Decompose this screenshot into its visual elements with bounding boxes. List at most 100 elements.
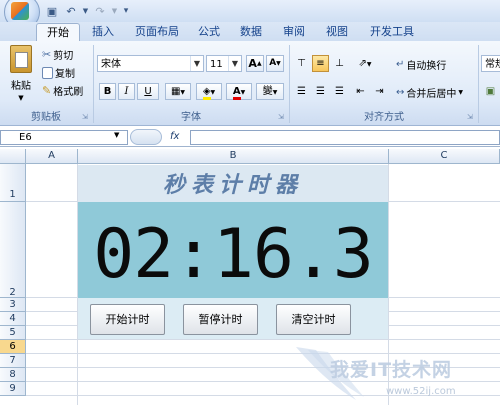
wrap-text-button[interactable]: ↵ 自动换行 — [396, 57, 446, 72]
merge-center-icon: ↔ — [396, 87, 405, 98]
align-top-button[interactable]: ⊤ — [293, 55, 310, 72]
font-name-value: 宋体 — [101, 59, 121, 70]
increase-indent-icon: ⇥ — [375, 86, 384, 97]
align-middle-button[interactable]: ≡ — [312, 55, 329, 72]
group-separator — [478, 45, 479, 123]
number-format-combo[interactable]: 常规 — [481, 55, 500, 72]
accounting-format-button[interactable]: ▣ — [482, 83, 499, 100]
save-icon[interactable]: ▣ — [44, 4, 60, 19]
font-color-dropdown-icon: ▼ — [240, 89, 246, 96]
redo-dropdown-icon[interactable]: ▼ — [111, 4, 118, 19]
font-color-button[interactable]: A▼ — [226, 83, 252, 100]
font-size-value: 11 — [210, 59, 223, 70]
office-logo-icon — [11, 2, 29, 20]
shrink-font-button[interactable]: A▼ — [266, 55, 284, 72]
wrap-text-label: 自动换行 — [406, 61, 447, 72]
decrease-indent-button[interactable]: ⇤ — [352, 83, 369, 100]
paste-button[interactable]: 粘贴 ▼ — [6, 45, 36, 102]
insert-function-icon[interactable]: fx — [170, 131, 179, 142]
tab-page-layout[interactable]: 页面布局 — [125, 23, 189, 41]
name-box-value: E6 — [19, 132, 32, 143]
copy-label: 复制 — [55, 69, 75, 80]
start-timer-button[interactable]: 开始计时 — [90, 304, 165, 335]
tab-formulas[interactable]: 公式 — [188, 23, 230, 41]
stopwatch-time-display: 02:16.3 — [78, 202, 388, 298]
column-header-a[interactable]: A — [26, 149, 78, 164]
font-name-combo[interactable]: 宋体 ▼ — [97, 55, 204, 72]
align-left-button[interactable]: ☰ — [293, 83, 310, 100]
paint-bucket-icon: ◈ — [202, 86, 211, 100]
tab-review[interactable]: 审阅 — [273, 23, 315, 41]
formula-bar-splitter[interactable] — [130, 129, 162, 145]
bold-button[interactable]: B — [99, 83, 116, 100]
row-header-7[interactable]: 7 — [0, 354, 26, 368]
fill-color-button[interactable]: ◈▼ — [196, 83, 222, 100]
number-format-value: 常规 — [485, 59, 500, 70]
select-all-corner[interactable] — [0, 149, 26, 164]
tab-developer[interactable]: 开发工具 — [360, 23, 424, 41]
align-right-button[interactable]: ☰ — [331, 83, 348, 100]
grow-arrow-icon: ▲ — [256, 60, 262, 67]
column-header-b[interactable]: B — [78, 149, 389, 164]
name-box[interactable]: E6 — [0, 130, 128, 145]
font-size-dropdown-icon[interactable]: ▼ — [228, 56, 241, 71]
font-launcher-icon[interactable]: ⇲ — [278, 113, 286, 121]
italic-button[interactable]: I — [118, 83, 135, 100]
font-size-combo[interactable]: 11 ▼ — [206, 55, 242, 72]
copy-button[interactable]: 复制 — [42, 65, 75, 80]
underline-button[interactable]: U — [137, 83, 159, 100]
merge-center-button[interactable]: ↔ 合并后居中 ▼ — [396, 85, 463, 100]
row-header-8[interactable]: 8 — [0, 368, 26, 382]
orientation-button[interactable]: ⇗▼ — [352, 55, 378, 72]
paste-dropdown-icon[interactable]: ▼ — [18, 94, 23, 102]
pause-timer-button[interactable]: 暂停计时 — [183, 304, 258, 335]
fill-dropdown-icon: ▼ — [210, 89, 216, 96]
row-header-4[interactable]: 4 — [0, 312, 26, 326]
phonetic-label: 變 — [262, 86, 273, 97]
orientation-dropdown-icon: ▼ — [366, 61, 372, 68]
row-header-2[interactable]: 2 — [0, 202, 26, 298]
align-bottom-button[interactable]: ⊥ — [331, 55, 348, 72]
tab-home[interactable]: 开始 — [36, 23, 80, 42]
wrap-text-icon: ↵ — [396, 59, 405, 70]
orientation-icon: ⇗ — [358, 58, 367, 69]
format-painter-icon: ✎ — [42, 84, 52, 97]
stopwatch-title: 秒表计时器 — [78, 165, 388, 202]
phonetic-button[interactable]: 變▼ — [256, 83, 284, 100]
format-painter-label: 格式刷 — [53, 87, 84, 98]
gridline — [26, 339, 500, 340]
tab-data[interactable]: 数据 — [230, 23, 272, 41]
undo-dropdown-icon[interactable]: ▼ — [82, 4, 89, 19]
row-header-5[interactable]: 5 — [0, 326, 26, 340]
merge-center-label: 合并后居中 — [406, 89, 457, 100]
alignment-launcher-icon[interactable]: ⇲ — [467, 113, 475, 121]
tab-insert[interactable]: 插入 — [82, 23, 124, 41]
format-painter-button[interactable]: ✎ 格式刷 — [42, 83, 83, 98]
row-header-1[interactable]: 1 — [0, 164, 26, 202]
borders-button[interactable]: ▦▼ — [165, 83, 191, 100]
watermark-url: www.52ij.com — [386, 386, 456, 397]
tab-view[interactable]: 视图 — [316, 23, 358, 41]
clipboard-launcher-icon[interactable]: ⇲ — [82, 113, 90, 121]
formula-input[interactable] — [190, 130, 500, 145]
align-bottom-icon: ⊥ — [335, 58, 344, 69]
undo-icon[interactable]: ↶ — [63, 4, 79, 19]
customize-qat-icon[interactable]: ▾ — [121, 4, 131, 19]
ribbon: 粘贴 ▼ ✂ 剪切 复制 ✎ 格式刷 剪贴板 ⇲ 宋体 ▼ 11 ▼ A▲ A▼… — [0, 41, 500, 126]
align-top-icon: ⊤ — [297, 58, 306, 69]
align-center-button[interactable]: ☰ — [312, 83, 329, 100]
grow-font-button[interactable]: A▲ — [246, 55, 264, 72]
clear-timer-button[interactable]: 清空计时 — [276, 304, 351, 335]
row-header-6[interactable]: 6 — [0, 340, 26, 354]
shrink-arrow-icon: ▼ — [276, 60, 281, 67]
redo-icon[interactable]: ↷ — [92, 4, 108, 19]
column-header-c[interactable]: C — [389, 149, 500, 164]
increase-indent-button[interactable]: ⇥ — [371, 83, 388, 100]
font-name-dropdown-icon[interactable]: ▼ — [190, 56, 203, 71]
ribbon-tabs: 开始 插入 页面布局 公式 数据 审阅 视图 开发工具 — [0, 22, 500, 42]
merge-dropdown-icon: ▼ — [458, 89, 464, 96]
name-box-dropdown-icon[interactable]: ▼ — [114, 131, 119, 139]
row-header-9[interactable]: 9 — [0, 382, 26, 396]
row-header-3[interactable]: 3 — [0, 298, 26, 312]
cut-button[interactable]: ✂ 剪切 — [42, 47, 73, 62]
